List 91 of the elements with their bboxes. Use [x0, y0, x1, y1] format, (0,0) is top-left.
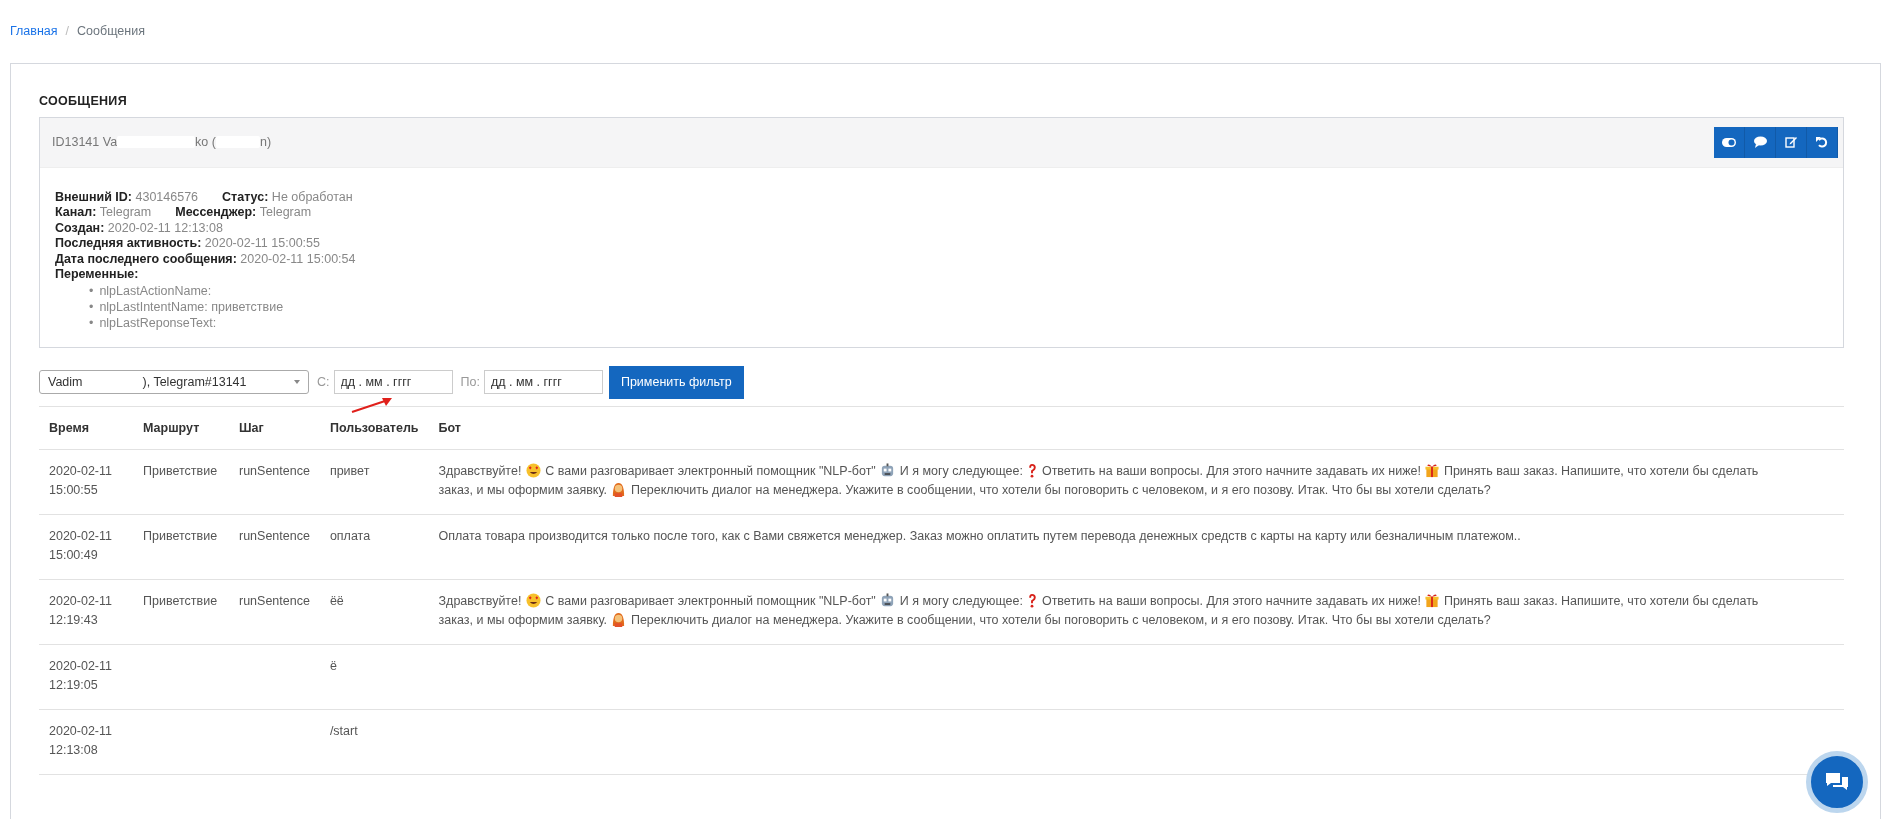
toggle-icon	[1722, 137, 1736, 147]
route-cell: Приветствие	[133, 449, 229, 515]
apply-filter-button[interactable]: Применить фильтр	[608, 365, 744, 399]
info-value: Не обработан	[271, 189, 353, 204]
bot-message-text: Ответить на ваши вопросы. Для этого начните задавать их ниже!	[1041, 463, 1421, 481]
time-cell: 2020-02-11 15:00:49	[39, 514, 133, 580]
heart-eyes-emoji-icon	[525, 593, 541, 609]
time-cell: 2020-02-11 15:00:55	[39, 449, 133, 515]
caret-icon	[294, 380, 300, 384]
info-value: 2020-02-11 12:13:08	[107, 220, 223, 235]
info-label: Переменные:	[55, 267, 139, 281]
heart-eyes-emoji-icon	[525, 463, 541, 479]
chat-select[interactable]: Vadim ), Telegram#13141	[39, 370, 309, 394]
robot-emoji-icon	[880, 593, 896, 609]
user-message-cell: ёё	[319, 579, 429, 645]
robot-emoji-icon	[880, 463, 896, 479]
from-label: С:	[317, 373, 330, 391]
bot-message-text: Принять ваш заказ. Напишите, что хотели бы сделать	[1443, 463, 1759, 481]
chat-title: n)	[259, 133, 272, 151]
column-header: Бот	[428, 406, 1844, 450]
variable-item: nlpLastActionName:	[99, 282, 212, 299]
speech-bubble-icon	[1753, 136, 1767, 148]
bot-message-text: С вами разговаривает электронный помощник "NLP-бот"	[545, 463, 876, 481]
date-to-field[interactable]: дд . мм . гггг	[483, 370, 603, 394]
chat-title: ID13141 Va	[52, 133, 118, 151]
annotation-arrow	[351, 397, 392, 413]
bot-message-text: Оплата товара производится только после того, как с Вами свяжется менеджер. Заказ можно оплатить путем перевода денежных средств с карты на карту или безналичным платежом..	[438, 528, 1521, 546]
info-label: Создан:	[55, 220, 105, 235]
time-cell: 2020-02-11 12:13:08	[39, 709, 133, 775]
list-bullet: •	[89, 298, 94, 315]
question-mark-icon	[1027, 463, 1038, 479]
breadcrumb-separator: /	[65, 23, 70, 40]
bot-message-text: Ответить на ваши вопросы. Для этого начните задавать их ниже!	[1041, 593, 1421, 611]
edit-icon	[1785, 136, 1797, 148]
list-bullet: •	[89, 282, 94, 299]
info-label: Канал:	[55, 205, 97, 219]
bot-message-text: заказ, и мы оформим заявку.	[438, 482, 607, 500]
bot-message-text: Принять ваш заказ. Напишите, что хотели бы сделать	[1443, 593, 1759, 611]
step-cell: runSentence	[229, 449, 320, 515]
chat-title: ko (	[195, 133, 216, 151]
info-value: 2020-02-11 15:00:54	[240, 251, 356, 266]
question-mark-icon	[1027, 593, 1038, 609]
variable-item: nlpLastIntentName: приветствие	[99, 298, 284, 315]
route-cell: Приветствие	[133, 579, 229, 645]
page-title: СООБЩЕНИЯ	[39, 92, 128, 110]
person-emoji-icon	[611, 612, 627, 628]
bot-message-text: И я могу следующее:	[899, 593, 1023, 611]
column-header: Время	[39, 406, 133, 450]
bot-message-text: Переключить диалог на менеджера. Укажите в сообщении, что хотели бы поговорить с человеком, и я его позову. Итак. Что бы вы хотели сделать?	[630, 612, 1491, 630]
bot-message-text: заказ, и мы оформим заявку.	[438, 612, 607, 630]
variable-item: nlpLastReponseText:	[99, 314, 217, 331]
time-cell: 2020-02-11 12:19:43	[39, 579, 133, 645]
bot-message-text: Переключить диалог на менеджера. Укажите в сообщении, что хотели бы поговорить с человеком, и я его позову. Итак. Что бы вы хотели сделать?	[630, 482, 1491, 500]
bot-message-text: Здравствуйте!	[438, 463, 522, 481]
person-emoji-icon	[611, 482, 627, 498]
user-message-cell: /start	[319, 709, 429, 775]
gift-icon	[1425, 593, 1440, 609]
user-message-cell: оплата	[319, 514, 429, 580]
edit-button[interactable]	[1776, 126, 1807, 158]
bot-message-text: И я могу следующее:	[899, 463, 1023, 481]
gift-icon	[1425, 463, 1440, 479]
toggle-button[interactable]	[1714, 126, 1745, 158]
info-value: Telegram	[99, 205, 152, 219]
breadcrumb-current: Сообщения	[77, 23, 145, 40]
comment-button[interactable]	[1745, 126, 1776, 158]
list-bullet: •	[89, 314, 94, 331]
info-value: 430146576	[135, 189, 199, 204]
info-value: Telegram	[259, 205, 312, 219]
user-message-cell: ё	[319, 644, 429, 710]
chat-bubbles-icon	[1825, 771, 1849, 792]
route-cell: Приветствие	[133, 514, 229, 580]
info-value: 2020-02-11 15:00:55	[204, 236, 320, 250]
info-label: Внешний ID:	[55, 189, 132, 204]
step-cell: runSentence	[229, 514, 320, 580]
info-label: Мессенджер:	[175, 205, 257, 219]
column-header: Шаг	[229, 406, 320, 450]
undo-icon	[1816, 136, 1828, 148]
time-cell: 2020-02-11 12:19:05	[39, 644, 133, 710]
undo-button[interactable]	[1807, 126, 1838, 158]
info-label: Последняя активность:	[55, 236, 202, 250]
step-cell: runSentence	[229, 579, 320, 645]
column-header: Маршрут	[133, 406, 229, 450]
user-message-cell: привет	[319, 449, 429, 515]
bot-message-text: Здравствуйте!	[438, 593, 522, 611]
breadcrumb-link[interactable]: Главная	[10, 22, 58, 41]
column-header: Пользователь	[319, 406, 429, 450]
info-label: Статус:	[222, 189, 269, 204]
info-label: Дата последнего сообщения:	[55, 251, 237, 266]
to-label: По:	[460, 373, 480, 391]
date-from-field[interactable]: дд . мм . гггг	[333, 370, 453, 394]
bot-message-text: С вами разговаривает электронный помощник "NLP-бот"	[545, 593, 876, 611]
